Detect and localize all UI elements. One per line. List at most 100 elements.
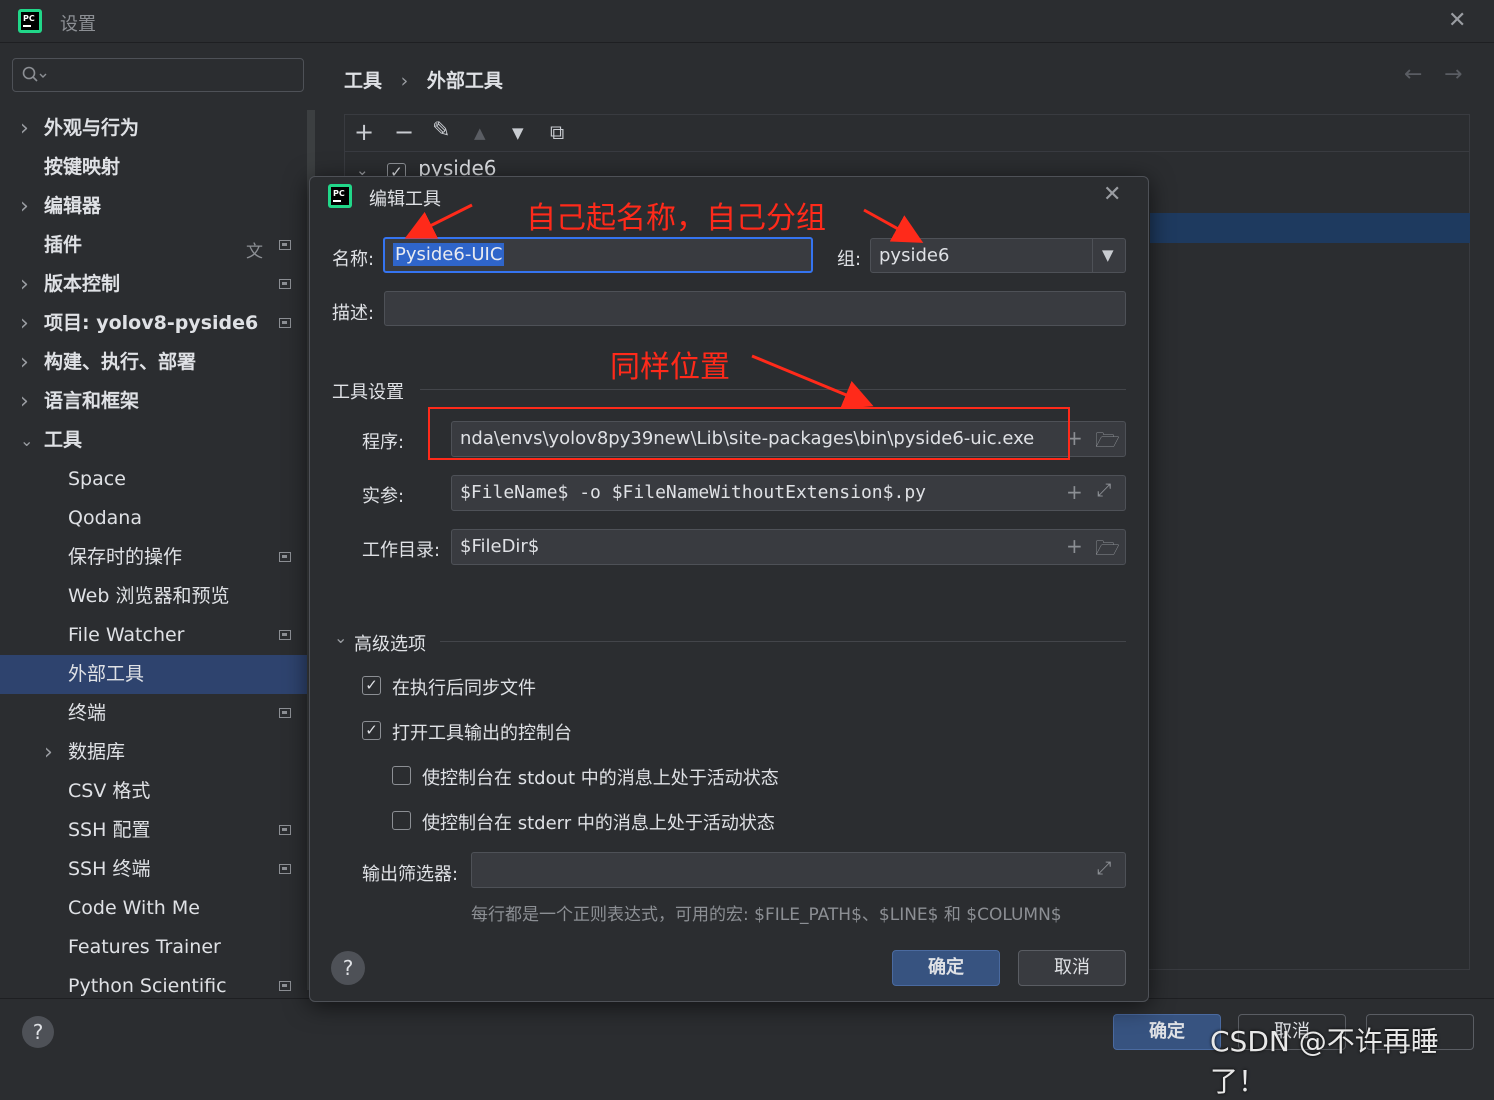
project-level-icon <box>279 864 291 874</box>
output-filter-input[interactable] <box>471 852 1126 888</box>
help-button[interactable]: ? <box>22 1016 54 1048</box>
insert-macro-icon[interactable]: + <box>1066 480 1083 504</box>
stderr-active-checkbox[interactable] <box>392 811 411 830</box>
search-text[interactable] <box>47 63 291 89</box>
sync-files-checkbox[interactable]: ✓ <box>362 676 381 695</box>
sidebar-item[interactable]: 外部工具 <box>0 655 308 694</box>
open-console-checkbox[interactable]: ✓ <box>362 721 381 740</box>
chevron-down-icon[interactable]: ⌄ <box>334 628 347 647</box>
name-label: 名称: <box>332 249 375 270</box>
sidebar-item-label: 项目: yolov8-pyside6 <box>44 312 259 334</box>
sidebar-item[interactable]: 保存时的操作 <box>0 538 308 577</box>
sidebar-item-label: CSV 格式 <box>68 780 151 802</box>
name-input[interactable]: Pyside6-UIC <box>383 237 813 273</box>
sidebar-item-label: SSH 配置 <box>68 819 151 841</box>
project-level-icon <box>279 825 291 835</box>
settings-search-input[interactable] <box>12 58 304 92</box>
sidebar-item-label: Qodana <box>68 507 142 529</box>
help-button[interactable]: ? <box>331 951 365 985</box>
sidebar-item-label: 外观与行为 <box>44 117 140 139</box>
watermark: CSDN @不许再睡了！ <box>1210 1025 1439 1098</box>
arguments-label: 实参: <box>362 486 405 507</box>
forward-arrow-icon[interactable]: → <box>1444 62 1462 87</box>
add-icon[interactable]: + <box>354 118 374 146</box>
sidebar-item[interactable]: › 编辑器 <box>0 187 308 226</box>
sidebar-item[interactable]: 插件文 <box>0 226 308 265</box>
chevron-right-icon[interactable]: › <box>20 187 34 226</box>
chevron-right-icon[interactable]: › <box>20 304 34 343</box>
sidebar-item[interactable]: Web 浏览器和预览 <box>0 577 308 616</box>
sidebar-item[interactable]: › 语言和框架 <box>0 382 308 421</box>
sidebar-item-label: 按键映射 <box>44 156 121 178</box>
sidebar-item[interactable]: Space <box>0 460 308 499</box>
sidebar-item[interactable]: › 版本控制 <box>0 265 308 304</box>
project-level-icon <box>279 552 291 562</box>
sidebar-item[interactable]: Qodana <box>0 499 308 538</box>
description-input[interactable] <box>384 291 1126 326</box>
expand-icon[interactable]: ⤢ <box>1097 858 1111 879</box>
window-title: 设置 <box>60 14 96 35</box>
group-select[interactable]: pyside6 <box>870 238 1126 273</box>
sidebar-item[interactable]: › 项目: yolov8-pyside6 <box>0 304 308 343</box>
stdout-active-label: 使控制台在 stdout 中的消息上处于活动状态 <box>422 768 779 789</box>
pycharm-logo-icon: PC <box>328 184 352 208</box>
expand-icon[interactable]: ⤢ <box>1097 480 1111 501</box>
move-down-icon[interactable]: ▼ <box>512 124 524 142</box>
sidebar-item[interactable]: ⌄ 工具 <box>0 421 308 460</box>
chevron-right-icon[interactable]: › <box>44 733 58 772</box>
chevron-right-icon[interactable]: › <box>20 265 34 304</box>
sidebar-item[interactable]: SSH 配置 <box>0 811 308 850</box>
copy-icon[interactable]: ⧉ <box>550 120 564 144</box>
move-up-icon[interactable]: ▲ <box>474 124 486 142</box>
sidebar-item[interactable]: › 数据库 <box>0 733 308 772</box>
description-label: 描述: <box>332 303 375 324</box>
chevron-down-icon[interactable]: ⌄ <box>20 421 34 460</box>
section-divider <box>440 641 1126 642</box>
sidebar-item[interactable]: Code With Me <box>0 889 308 928</box>
insert-macro-icon[interactable]: + <box>1066 534 1083 558</box>
pycharm-logo-icon: PC <box>18 9 42 33</box>
remove-icon[interactable]: − <box>394 118 414 146</box>
sidebar-item[interactable]: 终端 <box>0 694 308 733</box>
working-directory-input-value: $FileDir$ <box>460 536 540 557</box>
project-level-icon <box>279 240 291 250</box>
sidebar-item[interactable]: › 构建、执行、部署 <box>0 343 308 382</box>
sidebar-item[interactable]: Features Trainer <box>0 928 308 967</box>
project-level-icon <box>279 279 291 289</box>
chevron-down-icon[interactable]: ▼ <box>1102 246 1114 264</box>
breadcrumb-item-tools[interactable]: 工具 <box>344 70 382 92</box>
cancel-button[interactable]: 取消 <box>1018 950 1126 986</box>
sidebar-item[interactable]: › 外观与行为 <box>0 109 308 148</box>
search-icon <box>22 66 47 82</box>
advanced-options-toggle[interactable]: 高级选项 <box>354 630 426 656</box>
close-icon[interactable]: ✕ <box>1448 8 1466 33</box>
folder-icon[interactable]: 🗁 <box>1095 426 1120 460</box>
program-highlight-box <box>428 407 1070 460</box>
arguments-input[interactable]: $FileName$ -o $FileNameWithoutExtension$… <box>451 475 1126 511</box>
ok-button[interactable]: 确定 <box>892 950 1000 986</box>
sidebar-item[interactable]: SSH 终端 <box>0 850 308 889</box>
chevron-right-icon[interactable]: › <box>20 382 34 421</box>
annotation-name-group: 自己起名称，自己分组 <box>526 201 826 236</box>
stdout-active-checkbox[interactable] <box>392 766 411 785</box>
output-filter-hint: 每行都是一个正则表达式，可用的宏: $FILE_PATH$、$LINE$ 和 $… <box>471 905 1062 925</box>
sidebar-item-label: 终端 <box>68 702 107 724</box>
program-label: 程序: <box>362 432 405 453</box>
sidebar-item-label: Space <box>68 468 126 490</box>
sidebar-item[interactable]: File Watcher <box>0 616 308 655</box>
sidebar-item[interactable]: 按键映射 <box>0 148 308 187</box>
project-level-icon <box>279 630 291 640</box>
sidebar-item-label: Web 浏览器和预览 <box>68 585 230 607</box>
folder-icon[interactable]: 🗁 <box>1095 534 1120 568</box>
sidebar-item[interactable]: CSV 格式 <box>0 772 308 811</box>
edit-icon[interactable]: ✎ <box>432 118 450 143</box>
chevron-right-icon[interactable]: › <box>20 109 34 148</box>
section-divider <box>420 389 1126 390</box>
working-directory-input[interactable]: $FileDir$ <box>451 529 1126 565</box>
sidebar-item-label: 插件 <box>44 234 83 256</box>
back-arrow-icon[interactable]: ← <box>1404 62 1422 87</box>
close-icon[interactable]: ✕ <box>1103 182 1121 207</box>
settings-ok-button[interactable]: 确定 <box>1113 1014 1221 1050</box>
chevron-right-icon[interactable]: › <box>20 343 34 382</box>
selected-tool-row[interactable] <box>1150 213 1470 243</box>
